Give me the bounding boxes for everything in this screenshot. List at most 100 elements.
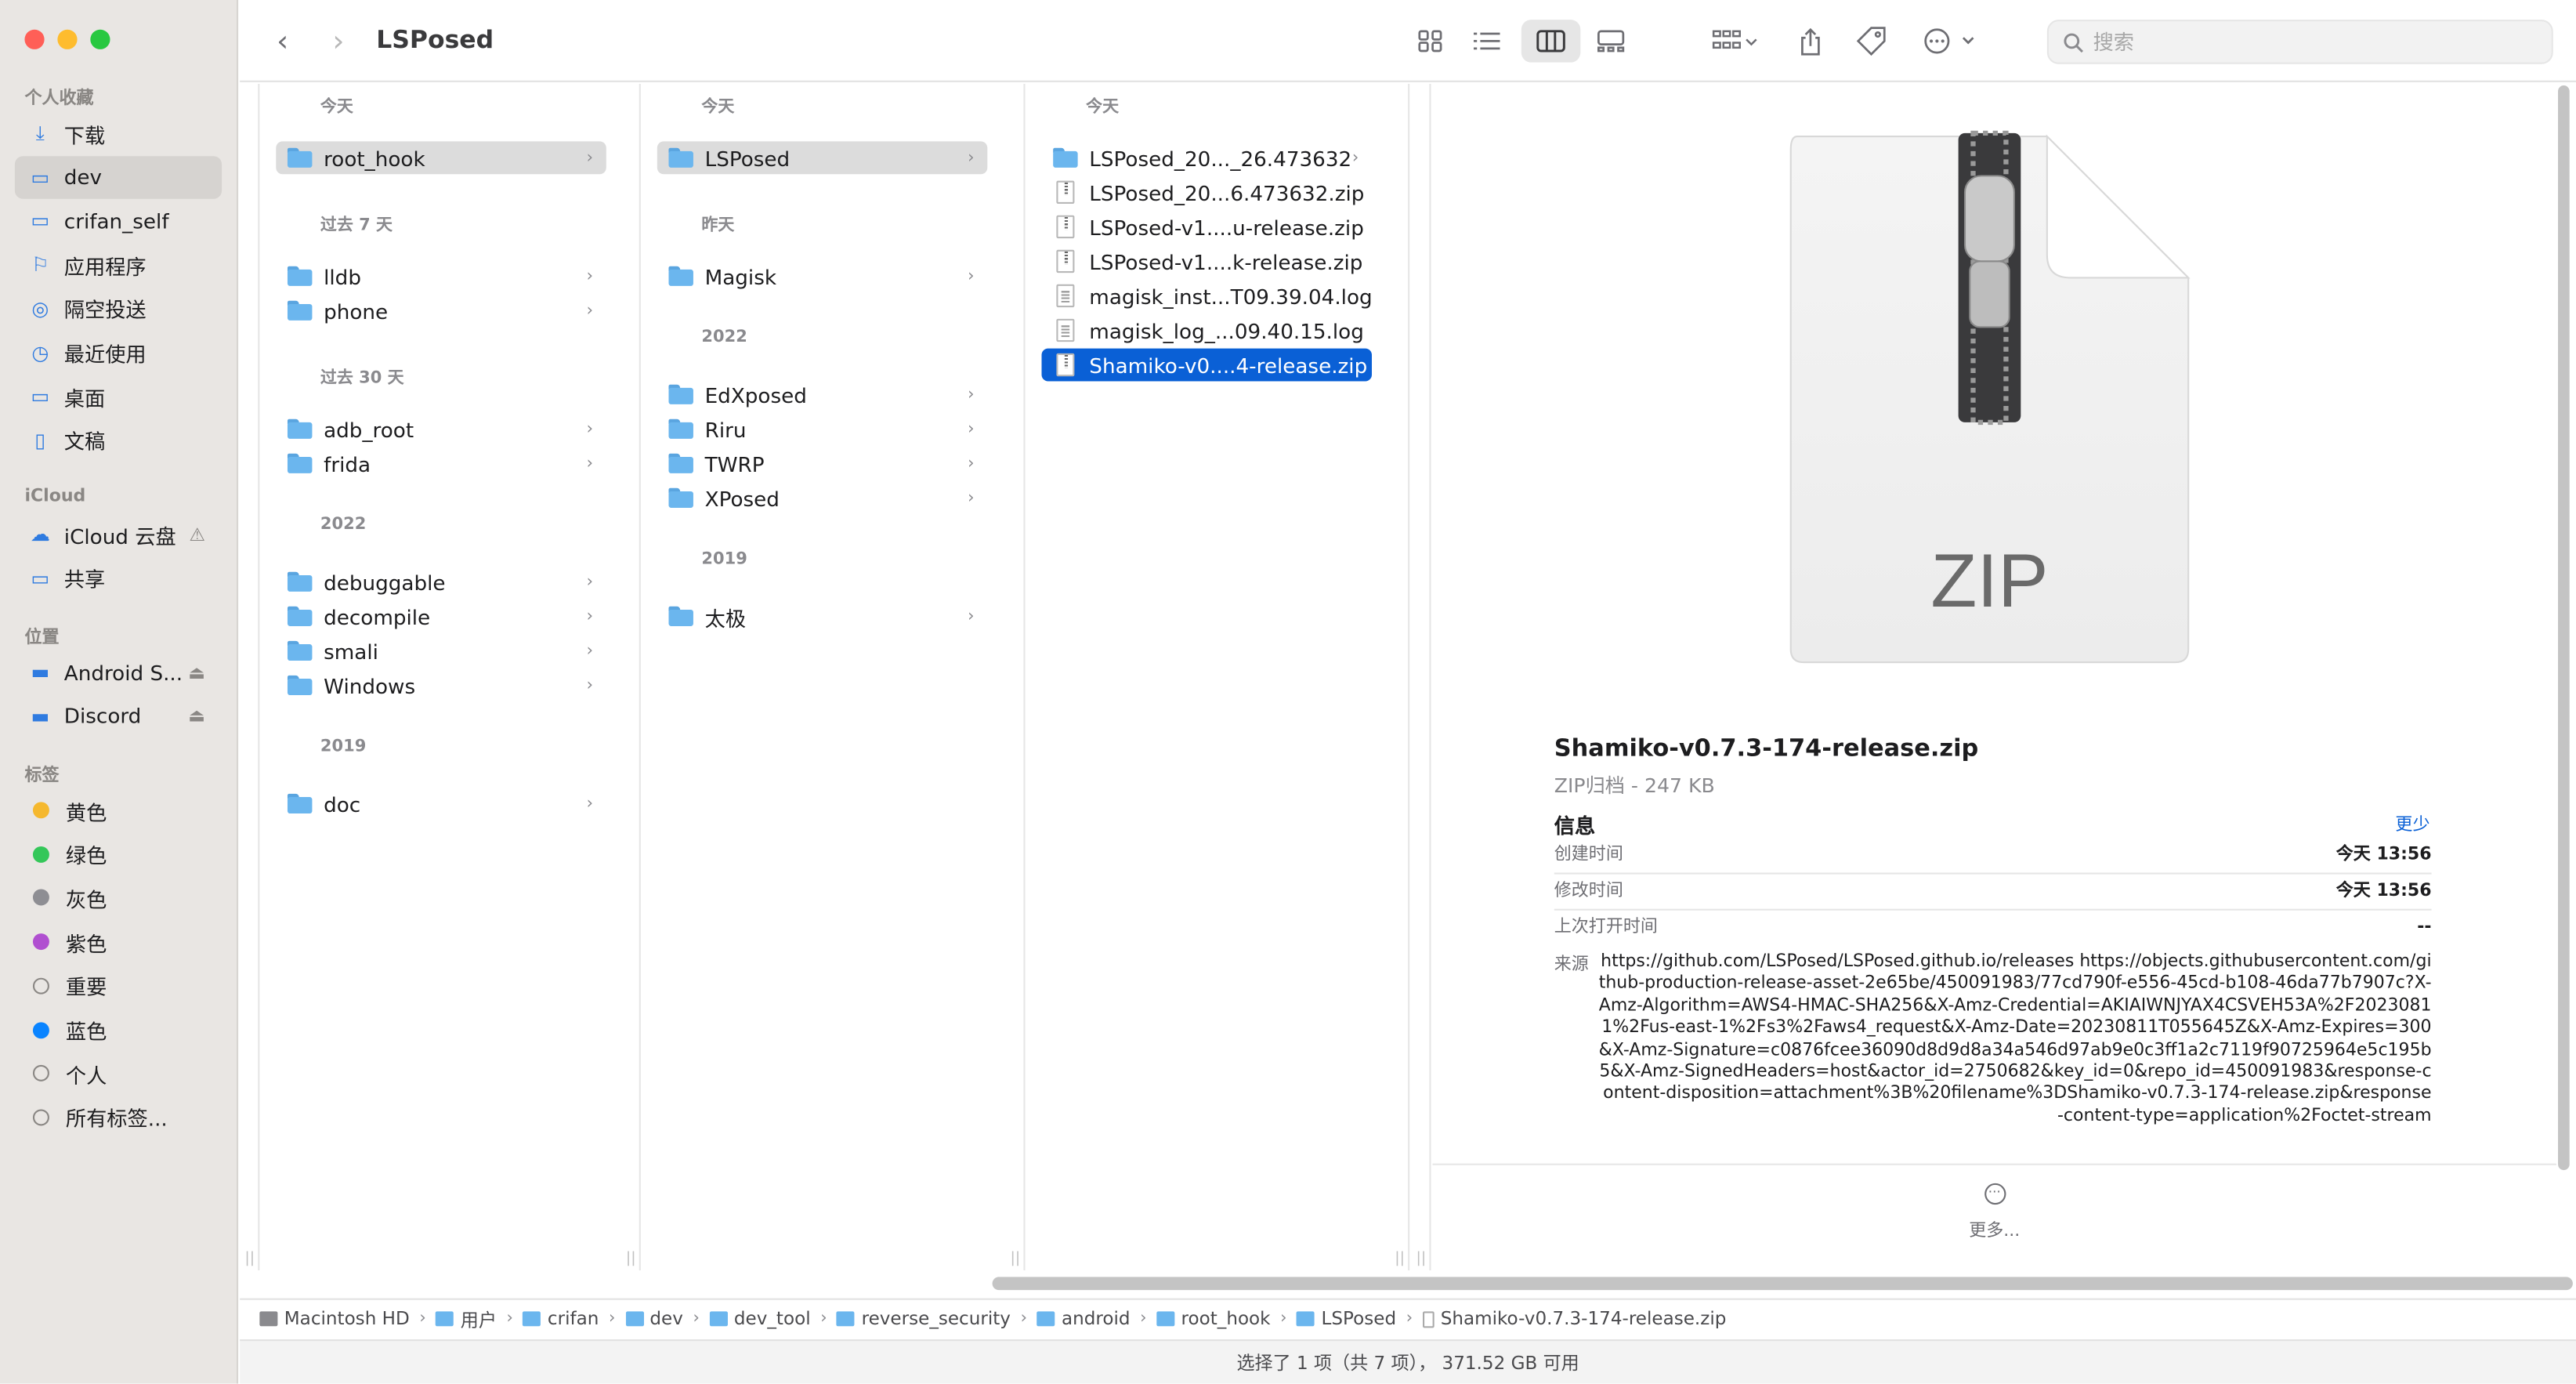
search-input[interactable] [2093, 29, 2520, 55]
gallery-view-button[interactable] [1587, 20, 1634, 63]
breadcrumb-item[interactable]: root_hook › [1156, 1308, 1297, 1329]
sidebar-item-tag-2[interactable]: 灰色 [15, 877, 222, 920]
icon-view-button[interactable] [1406, 20, 1453, 63]
minimize-window-button[interactable] [57, 29, 78, 49]
sidebar-item-loc-0[interactable]: ▬ Android S... ⏏ [15, 650, 222, 694]
sidebar-item-label: 文稿 [63, 429, 106, 455]
sidebar-item-tag-0[interactable]: 黄色 [15, 789, 222, 832]
folder-row[interactable]: LSPosed › [657, 141, 988, 175]
column-resize-handle[interactable]: || [1391, 1251, 1408, 1267]
more-button[interactable]: ··· 更多... [1433, 1183, 2556, 1242]
sidebar-item-icloud-0[interactable]: ☁ iCloud 云盘 ⚠ [15, 513, 222, 556]
breadcrumb-item[interactable]: Shamiko-v0.7.3-174-release.zip [1422, 1308, 1726, 1329]
column-resize-handle[interactable]: || [623, 1251, 639, 1267]
sidebar-item-fav-5[interactable]: ◷ 最近使用 [15, 332, 222, 375]
folder-icon: ▭ [31, 165, 50, 189]
column-resize-handle[interactable]: || [1413, 1251, 1429, 1267]
zip-file-icon [1056, 353, 1075, 377]
folder-row[interactable]: lldb › [276, 259, 606, 292]
column-resize-handle[interactable]: || [241, 1251, 258, 1267]
sidebar-item-fav-3[interactable]: ⚐ 应用程序 [15, 244, 222, 287]
more-actions-button[interactable] [1916, 20, 1981, 63]
folder-row[interactable]: root_hook › [276, 141, 606, 175]
sidebar-item-tag-1[interactable]: 绿色 [15, 833, 222, 876]
breadcrumb-item[interactable]: android › [1037, 1308, 1157, 1329]
list-view-button[interactable] [1463, 20, 1510, 63]
columns-icon [1536, 30, 1565, 53]
folder-row[interactable]: frida › [276, 447, 606, 480]
eject-icon[interactable]: ⏏ [188, 705, 205, 726]
sidebar-item-loc-1[interactable]: ▬ Discord ⏏ [15, 694, 222, 737]
folder-icon [287, 418, 313, 439]
column-view-button[interactable] [1521, 20, 1581, 63]
breadcrumb-item[interactable]: 用户 › [436, 1306, 523, 1332]
sidebar-item-label: 紫色 [65, 931, 107, 956]
folder-row[interactable]: EdXposed › [657, 378, 987, 411]
forward-button[interactable]: › [319, 20, 358, 63]
file-row[interactable]: LSPosed_20...6.473632.zip [1041, 176, 1371, 208]
sidebar-item-tag-4[interactable]: 重要 [15, 965, 222, 1008]
group-button[interactable] [1702, 20, 1767, 63]
folder-row[interactable]: smali › [276, 634, 606, 667]
sidebar-item-fav-7[interactable]: ▯ 文稿 [15, 419, 222, 462]
folder-row[interactable]: XPosed › [657, 481, 987, 514]
folder-icon [287, 266, 313, 286]
folder-row[interactable]: LSPosed_20..._26.473632 › [1041, 141, 1371, 174]
sidebar-item-fav-0[interactable]: ⤓ 下载 [15, 112, 222, 155]
folder-icon [523, 1311, 541, 1327]
sidebar-item-icloud-1[interactable]: ▭ 共享 [15, 556, 222, 600]
vertical-scrollbar[interactable] [2558, 85, 2570, 1171]
column-resize-handle[interactable]: || [1007, 1251, 1023, 1267]
folder-row[interactable]: Windows › [276, 668, 606, 701]
file-row[interactable]: LSPosed-v1....k-release.zip [1041, 245, 1371, 277]
tag-button[interactable] [1850, 20, 1893, 63]
breadcrumb-item[interactable]: crifan › [523, 1308, 624, 1329]
file-row[interactable]: LSPosed-v1....u-release.zip [1041, 210, 1371, 243]
search-field[interactable] [2046, 20, 2553, 64]
folder-row[interactable]: doc › [276, 787, 606, 820]
folder-row[interactable]: phone › [276, 294, 606, 327]
source-label: 来源 [1554, 955, 1589, 975]
folder-icon [668, 453, 693, 473]
breadcrumb-item[interactable]: reverse_security › [837, 1308, 1037, 1329]
file-row[interactable]: magisk_inst...T09.39.04.log [1041, 279, 1373, 312]
folder-row[interactable]: TWRP › [657, 447, 987, 480]
sidebar-item-label: Android S... [63, 659, 183, 685]
sidebar-item-tag-3[interactable]: 紫色 [15, 921, 222, 964]
sidebar-item-fav-1[interactable]: ▭ dev [14, 155, 223, 199]
folder-row[interactable]: decompile › [276, 600, 606, 632]
download-icon: ⤓ [35, 121, 45, 144]
sidebar-item-tag-5[interactable]: 蓝色 [15, 1009, 222, 1052]
eject-icon[interactable]: ⏏ [188, 661, 205, 683]
disk-icon: ▬ [31, 704, 50, 728]
show-less-link[interactable]: 更少 [2395, 812, 2429, 836]
window-controls [24, 29, 110, 49]
folder-row[interactable]: Magisk › [657, 259, 987, 292]
folder-row[interactable]: 太极 › [657, 600, 987, 632]
close-window-button[interactable] [24, 29, 45, 49]
column-stub-right: || [1411, 83, 1431, 1270]
sidebar-item-tag-6[interactable]: 个人 [15, 1052, 222, 1095]
zoom-window-button[interactable] [90, 29, 110, 49]
breadcrumb-item[interactable]: LSPosed › [1297, 1308, 1423, 1329]
sidebar-item-fav-2[interactable]: ▭ crifan_self [15, 200, 222, 243]
log-file-icon [1056, 284, 1075, 308]
breadcrumb-item[interactable]: Macintosh HD › [259, 1308, 436, 1329]
file-row[interactable]: magisk_log_...09.40.15.log [1041, 314, 1371, 347]
sidebar-item-label: 个人 [65, 1063, 107, 1088]
preview-divider [1432, 1163, 2556, 1165]
file-name: LSPosed-v1....k-release.zip [1089, 248, 1363, 274]
back-button[interactable]: ‹ [263, 20, 302, 63]
sidebar-item-fav-4[interactable]: ◎ 隔空投送 [15, 288, 222, 331]
file-row[interactable]: Shamiko-v0....4-release.zip [1041, 348, 1372, 382]
breadcrumb-item[interactable]: dev › [624, 1308, 710, 1329]
breadcrumb-item[interactable]: dev_tool › [709, 1308, 837, 1329]
folder-row[interactable]: Riru › [657, 412, 987, 445]
share-button[interactable] [1791, 20, 1830, 63]
folder-row[interactable]: adb_root › [276, 412, 606, 445]
sidebar-item-fav-6[interactable]: ▭ 桌面 [15, 375, 222, 418]
horizontal-scrollbar[interactable] [992, 1277, 2573, 1291]
folder-name: adb_root [324, 416, 414, 442]
folder-row[interactable]: debuggable › [276, 565, 606, 598]
sidebar-item-tag-7[interactable]: 所有标签... [15, 1096, 222, 1139]
